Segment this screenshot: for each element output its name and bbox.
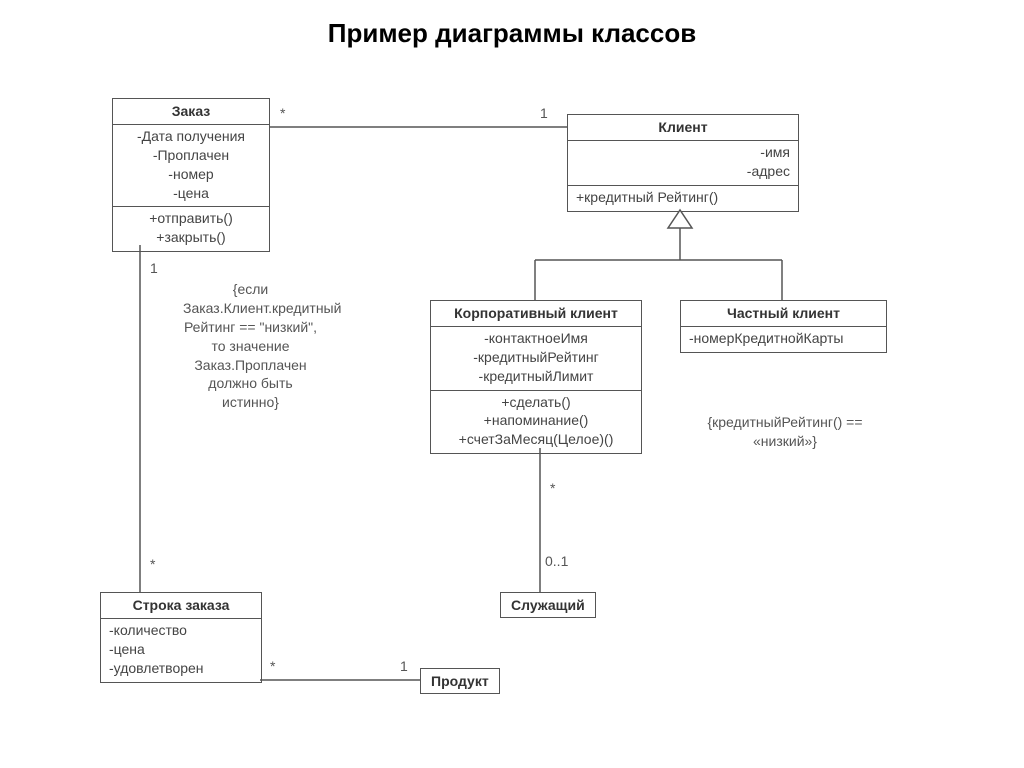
class-priv-client-attrs: -номерКредитнойКарты bbox=[681, 327, 886, 352]
constraint-order-paid: {если Заказ.Клиент.кредитный Рейтинг == … bbox=[183, 280, 318, 412]
class-product: Продукт bbox=[420, 668, 500, 694]
class-order-attrs: -Дата получения -Проплачен -номер -цена bbox=[113, 125, 269, 208]
mult-corp-emp-top: * bbox=[550, 480, 555, 496]
mult-line-product-right: 1 bbox=[400, 658, 408, 674]
class-corp-client: Корпоративный клиент -контактноеИмя -кре… bbox=[430, 300, 642, 454]
mult-order-client-left: * bbox=[280, 105, 285, 121]
mult-order-line-top: 1 bbox=[150, 260, 158, 276]
class-order: Заказ -Дата получения -Проплачен -номер … bbox=[112, 98, 270, 252]
class-order-line: Строка заказа -количество -цена -удовлет… bbox=[100, 592, 262, 683]
class-priv-client: Частный клиент -номерКредитнойКарты bbox=[680, 300, 887, 353]
class-corp-client-ops: +сделать() +напоминание() +счетЗаМесяц(Ц… bbox=[431, 391, 641, 454]
class-client-name: Клиент bbox=[568, 115, 798, 141]
diagram-canvas: Пример диаграммы классов Заказ -Дата пол… bbox=[0, 0, 1024, 768]
class-client: Клиент -имя -адрес +кредитный Рейтинг() bbox=[567, 114, 799, 212]
page-title: Пример диаграммы классов bbox=[0, 18, 1024, 49]
class-corp-client-name: Корпоративный клиент bbox=[431, 301, 641, 327]
class-employee: Служащий bbox=[500, 592, 596, 618]
class-order-ops: +отправить() +закрыть() bbox=[113, 207, 269, 251]
class-client-ops: +кредитный Рейтинг() bbox=[568, 186, 798, 211]
mult-order-line-bottom: * bbox=[150, 556, 155, 572]
class-client-attrs: -имя -адрес bbox=[568, 141, 798, 186]
class-priv-client-name: Частный клиент bbox=[681, 301, 886, 327]
class-order-line-name: Строка заказа bbox=[101, 593, 261, 619]
class-order-name: Заказ bbox=[113, 99, 269, 125]
mult-corp-emp-bottom: 0..1 bbox=[545, 553, 568, 569]
class-corp-client-attrs: -контактноеИмя -кредитныйРейтинг -кредит… bbox=[431, 327, 641, 391]
gen-client-arrowhead bbox=[668, 210, 692, 228]
class-order-line-attrs: -количество -цена -удовлетворен bbox=[101, 619, 261, 682]
mult-order-client-right: 1 bbox=[540, 105, 548, 121]
constraint-priv-rating: {кредитныйРейтинг() == «низкий»} bbox=[680, 413, 890, 451]
mult-line-product-left: * bbox=[270, 658, 275, 674]
